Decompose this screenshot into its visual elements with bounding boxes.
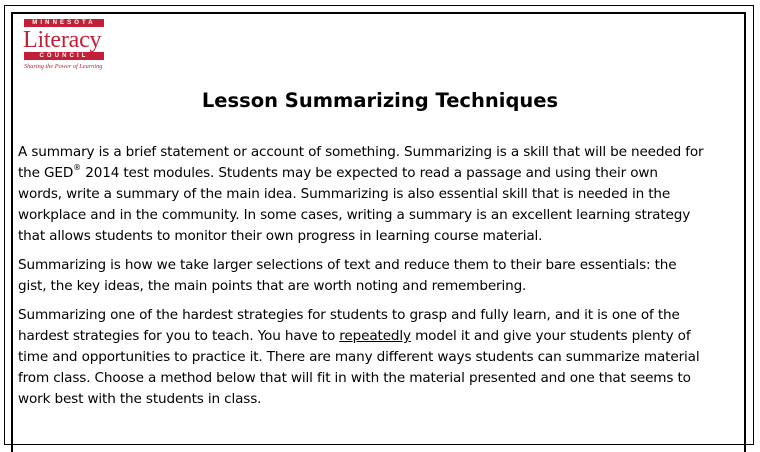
logo-tagline: Sharing the Power of Learning xyxy=(24,63,103,70)
logo-wordmark: Literacy xyxy=(23,27,102,53)
registered-mark: ® xyxy=(73,163,82,173)
paragraph-line: work best with the students in class. xyxy=(18,391,262,407)
paragraph-line: Summarizing one of the hardest strategie… xyxy=(18,307,680,323)
document-body: A summary is a brief statement or accoun… xyxy=(18,142,746,410)
minnesota-literacy-council-logo: MINNESOTA Literacy COUNCIL Sharing the P… xyxy=(23,19,118,81)
page-title: Lesson Summarizing Techniques xyxy=(201,89,559,112)
logo-top-band: MINNESOTA xyxy=(24,19,104,27)
underlined-word: repeatedly xyxy=(339,328,411,344)
text-run: model it and give your students plenty o… xyxy=(410,328,691,344)
paragraph-line: workplace and in the community. In some … xyxy=(18,207,691,223)
paragraph-line: gist, the key ideas, the main points tha… xyxy=(18,278,527,294)
text-run: the GED xyxy=(18,165,74,181)
paragraph-line: hardest strategies for you to teach. You… xyxy=(18,326,746,347)
paragraph-1: A summary is a brief statement or accoun… xyxy=(18,142,746,247)
paragraph-2: Summarizing is how we take larger select… xyxy=(18,255,746,297)
text-run: hardest strategies for you to teach. You… xyxy=(18,328,340,344)
paragraph-line: the GED® 2014 test modules. Students may… xyxy=(18,163,746,184)
text-run: 2014 test modules. Students may be expec… xyxy=(85,165,658,181)
paragraph-line: A summary is a brief statement or accoun… xyxy=(18,144,704,160)
paragraph-line: Summarizing is how we take larger select… xyxy=(18,257,677,273)
paragraph-line: that allows students to monitor their ow… xyxy=(18,228,543,244)
paragraph-line: words, write a summary of the main idea.… xyxy=(18,186,671,202)
paragraph-line: from class. Choose a method below that w… xyxy=(18,370,691,386)
paragraph-line: time and opportunities to practice it. T… xyxy=(18,349,700,365)
paragraph-3: Summarizing one of the hardest strategie… xyxy=(18,305,746,410)
logo-bottom-band: COUNCIL xyxy=(24,52,104,60)
